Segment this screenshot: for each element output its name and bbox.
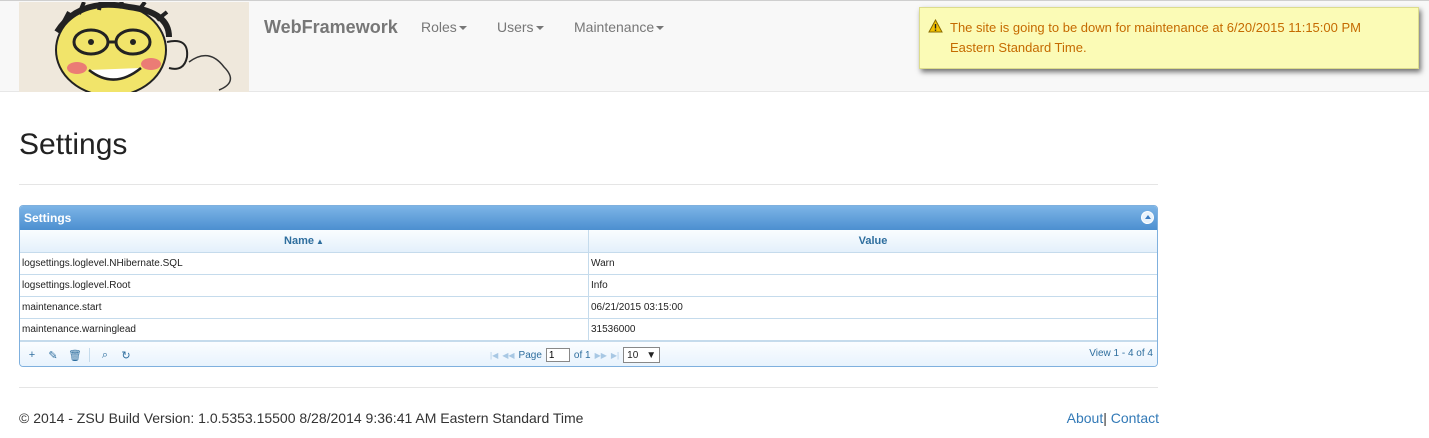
view-records-text: View 1 - 4 of 4 xyxy=(1089,348,1153,359)
cell-value: 31536000 xyxy=(588,318,1157,341)
grid-pager: + ✎ 🗑 ⌕ ↻ |◀ ◀◀ Page of 1 ▶▶ ▶| 10 ▼ Vie… xyxy=(20,341,1157,366)
maintenance-notification: The site is going to be down for mainten… xyxy=(919,7,1419,69)
add-icon[interactable]: + xyxy=(26,349,38,361)
table-row[interactable]: maintenance.start 06/21/2015 03:15:00 xyxy=(20,296,1157,319)
settings-grid: Settings Name ▲ Value logsettings.logleve… xyxy=(19,205,1158,367)
footer-links: About| Contact xyxy=(1067,410,1159,426)
cell-value: Info xyxy=(588,274,1157,297)
brand-link[interactable]: WebFramework xyxy=(264,17,398,38)
pager-navigation: |◀ ◀◀ Page of 1 ▶▶ ▶| 10 ▼ xyxy=(490,347,661,363)
menu-roles[interactable]: Roles xyxy=(421,19,467,35)
footer-build-info: © 2014 - ZSU Build Version: 1.0.5353.155… xyxy=(19,410,584,426)
collapse-icon[interactable] xyxy=(1141,211,1154,224)
grid-caption-text: Settings xyxy=(24,211,72,225)
pager-actions: + ✎ 🗑 ⌕ ↻ xyxy=(26,348,132,362)
page-number-input[interactable] xyxy=(545,348,570,362)
caret-down-icon xyxy=(535,26,544,31)
menu-maintenance[interactable]: Maintenance xyxy=(574,19,665,35)
menu-maintenance-label: Maintenance xyxy=(574,19,655,35)
logo-drawing xyxy=(19,2,249,92)
column-header-value-label: Value xyxy=(858,234,888,247)
caret-down-icon xyxy=(458,26,467,31)
page-count: of 1 xyxy=(573,349,591,361)
refresh-icon[interactable]: ↻ xyxy=(120,349,132,362)
menu-users[interactable]: Users xyxy=(497,19,544,35)
rows-per-page-select[interactable]: 10 ▼ xyxy=(623,347,661,363)
divider xyxy=(19,184,1158,185)
next-page-icon[interactable]: ▶▶ xyxy=(595,351,607,360)
first-page-icon[interactable]: |◀ xyxy=(490,351,498,360)
delete-icon[interactable]: 🗑 xyxy=(68,349,82,362)
column-header-value[interactable]: Value xyxy=(588,230,1157,253)
cell-name: logsettings.loglevel.Root xyxy=(20,274,589,297)
warning-icon xyxy=(928,19,943,33)
menu-users-label: Users xyxy=(497,19,534,35)
caret-down-icon xyxy=(656,26,665,31)
rows-per-page-value: 10 xyxy=(627,349,639,361)
cell-value: 06/21/2015 03:15:00 xyxy=(588,296,1157,319)
table-row[interactable]: logsettings.loglevel.NHibernate.SQL Warn xyxy=(20,252,1157,275)
cell-name: maintenance.start xyxy=(20,296,589,319)
contact-link[interactable]: Contact xyxy=(1111,410,1159,426)
prev-page-icon[interactable]: ◀◀ xyxy=(502,351,514,360)
cell-name: maintenance.warninglead xyxy=(20,318,589,341)
page-label: Page xyxy=(518,349,542,361)
sort-asc-icon[interactable]: ▲ xyxy=(316,237,324,246)
notification-text: The site is going to be down for mainten… xyxy=(950,20,1361,55)
table-row[interactable]: logsettings.loglevel.Root Info xyxy=(20,274,1157,297)
dropdown-arrow-icon: ▼ xyxy=(646,349,657,361)
about-link[interactable]: About xyxy=(1067,410,1104,426)
search-icon[interactable]: ⌕ xyxy=(99,349,111,362)
cell-value: Warn xyxy=(588,252,1157,275)
table-row[interactable]: maintenance.warninglead 31536000 xyxy=(20,318,1157,341)
column-header-name[interactable]: Name ▲ xyxy=(20,230,589,253)
divider xyxy=(19,387,1158,388)
grid-table: Name ▲ Value logsettings.loglevel.NHibern… xyxy=(20,230,1157,341)
column-header-name-label: Name xyxy=(284,234,315,247)
logo-image[interactable] xyxy=(19,2,249,92)
menu-roles-label: Roles xyxy=(421,19,457,35)
footer-separator: | xyxy=(1103,410,1107,426)
edit-icon[interactable]: ✎ xyxy=(47,349,59,362)
page-title: Settings xyxy=(19,128,128,161)
cell-name: logsettings.loglevel.NHibernate.SQL xyxy=(20,252,589,275)
grid-caption: Settings xyxy=(20,206,1157,230)
pager-separator xyxy=(89,348,90,362)
last-page-icon[interactable]: ▶| xyxy=(611,351,619,360)
